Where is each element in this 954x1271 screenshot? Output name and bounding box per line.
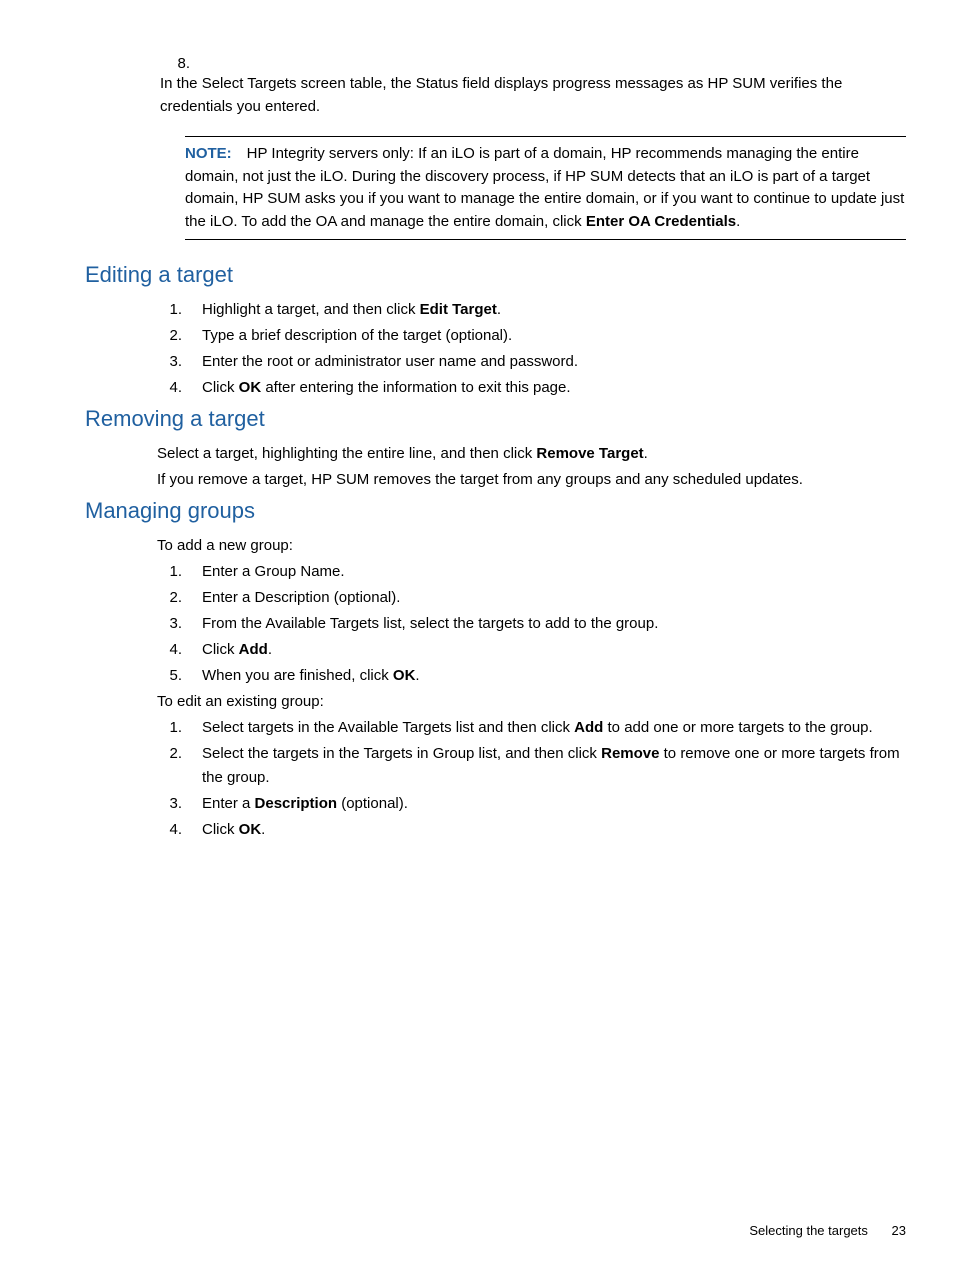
section-editing-body: Highlight a target, and then click Edit … — [157, 298, 906, 400]
managing-steps-2: Select targets in the Available Targets … — [157, 716, 906, 842]
heading-removing-target: Removing a target — [85, 406, 906, 432]
note-body-before: HP Integrity servers only: If an iLO is … — [185, 145, 904, 230]
note-box: NOTE:HP Integrity servers only: If an iL… — [185, 136, 906, 240]
list-item: Click OK after entering the information … — [157, 376, 906, 400]
list-item: Enter the root or administrator user nam… — [157, 350, 906, 374]
managing-intro-1: To add a new group: — [157, 534, 906, 558]
list-item: Click OK. — [157, 818, 906, 842]
page-footer: Selecting the targets 23 — [749, 1223, 906, 1238]
step-text: In the Select Targets screen table, the … — [160, 73, 880, 118]
list-item: Select targets in the Available Targets … — [157, 716, 906, 740]
note-body-after: . — [736, 213, 740, 230]
note-label: NOTE: — [185, 145, 232, 162]
list-item: Click Add. — [157, 638, 906, 662]
heading-managing-groups: Managing groups — [85, 498, 906, 524]
list-item: Select the targets in the Targets in Gro… — [157, 742, 906, 790]
list-item: Enter a Description (optional). — [157, 792, 906, 816]
footer-text: Selecting the targets — [749, 1223, 868, 1238]
list-item: Enter a Group Name. — [157, 560, 906, 584]
removing-para-2: If you remove a target, HP SUM removes t… — [157, 468, 906, 492]
list-item: Highlight a target, and then click Edit … — [157, 298, 906, 322]
heading-editing-target: Editing a target — [85, 262, 906, 288]
note-content: NOTE:HP Integrity servers only: If an iL… — [185, 143, 906, 233]
list-item: Type a brief description of the target (… — [157, 324, 906, 348]
managing-steps-1: Enter a Group Name. Enter a Description … — [157, 560, 906, 688]
list-item: When you are finished, click OK. — [157, 664, 906, 688]
section-managing-body: To add a new group: Enter a Group Name. … — [157, 534, 906, 842]
section-removing-body: Select a target, highlighting the entire… — [157, 442, 906, 492]
page-number: 23 — [892, 1223, 906, 1238]
removing-para-1: Select a target, highlighting the entire… — [157, 442, 906, 466]
note-bold-1: Enter OA Credentials — [586, 213, 736, 230]
step-8: 8. In the Select Targets screen table, t… — [160, 55, 906, 118]
step-number: 8. — [160, 55, 190, 72]
managing-intro-2: To edit an existing group: — [157, 690, 906, 714]
list-item: From the Available Targets list, select … — [157, 612, 906, 636]
editing-steps: Highlight a target, and then click Edit … — [157, 298, 906, 400]
list-item: Enter a Description (optional). — [157, 586, 906, 610]
